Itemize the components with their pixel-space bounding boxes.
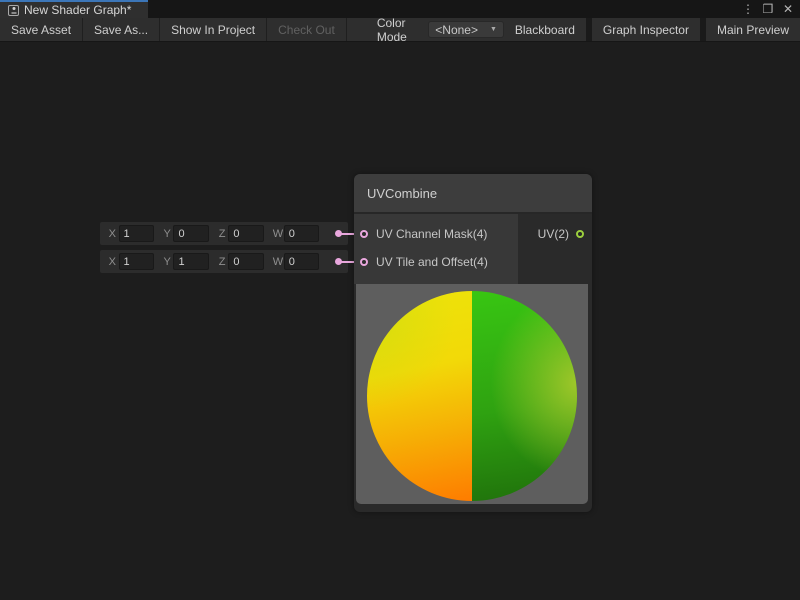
color-mode-value: <None> (435, 23, 478, 37)
x-field[interactable]: 1 (119, 225, 154, 242)
close-icon[interactable]: ✕ (780, 1, 796, 17)
output-port-row: UV(2) (518, 220, 592, 248)
input-port-icon[interactable] (360, 230, 368, 238)
y-field[interactable]: 1 (173, 253, 208, 270)
tab-title: New Shader Graph* (24, 3, 131, 17)
shader-graph-icon (8, 5, 19, 16)
z-field[interactable]: 0 (228, 253, 263, 270)
x-field[interactable]: 1 (119, 253, 154, 270)
check-out-button[interactable]: Check Out (267, 18, 347, 41)
toolbar: Save Asset Save As... Show In Project Ch… (0, 18, 800, 42)
main-preview-button[interactable]: Main Preview (706, 18, 800, 41)
node-inputs: UV Channel Mask(4) UV Tile and Offset(4) (354, 214, 518, 284)
node-preview (356, 284, 588, 504)
y-label: Y (163, 228, 172, 240)
sphere-left-half (367, 291, 472, 501)
toolbar-spacer (347, 18, 373, 41)
x-label: X (108, 256, 117, 268)
graph-inspector-button[interactable]: Graph Inspector (592, 18, 700, 41)
blackboard-button[interactable]: Blackboard (504, 18, 586, 41)
graph-canvas[interactable]: X 1 Y 0 Z 0 W 0 X 1 Y 1 Z 0 W 0 UVCombin… (0, 43, 800, 600)
w-label: W (273, 228, 282, 240)
input-port-icon[interactable] (360, 258, 368, 266)
z-label: Z (218, 256, 227, 268)
show-in-project-button[interactable]: Show In Project (160, 18, 267, 41)
input-port-row: UV Channel Mask(4) (354, 220, 518, 248)
node-header[interactable]: UVCombine (354, 174, 592, 214)
save-asset-button[interactable]: Save Asset (0, 18, 83, 41)
uvcombine-node[interactable]: UVCombine UV Channel Mask(4) UV Tile and… (354, 174, 592, 512)
maximize-icon[interactable]: ❒ (760, 1, 776, 17)
node-body: UV Channel Mask(4) UV Tile and Offset(4)… (354, 214, 592, 284)
z-field[interactable]: 0 (228, 225, 263, 242)
preview-sphere (367, 291, 577, 501)
input-port-label: UV Channel Mask(4) (376, 227, 487, 241)
save-as-button[interactable]: Save As... (83, 18, 160, 41)
w-field[interactable]: 0 (284, 253, 319, 270)
y-field[interactable]: 0 (173, 225, 208, 242)
input-port-label: UV Tile and Offset(4) (376, 255, 488, 269)
color-mode-label: Color Mode (373, 18, 428, 41)
tab-new-shader-graph[interactable]: New Shader Graph* (0, 0, 148, 18)
w-label: W (273, 256, 282, 268)
menu-icon[interactable]: ⋮ (740, 1, 756, 17)
output-port-icon[interactable] (576, 230, 584, 238)
node-outputs: UV(2) (518, 214, 592, 284)
color-mode-dropdown[interactable]: <None> ▼ (428, 21, 504, 38)
node-title: UVCombine (367, 186, 437, 201)
output-port-label: UV(2) (538, 227, 569, 241)
vector4-input-node-1[interactable]: X 1 Y 0 Z 0 W 0 (100, 222, 348, 245)
input-port-row: UV Tile and Offset(4) (354, 248, 518, 276)
x-label: X (108, 228, 117, 240)
w-field[interactable]: 0 (284, 225, 319, 242)
z-label: Z (218, 228, 227, 240)
chevron-down-icon: ▼ (490, 26, 497, 33)
sphere-right-half (472, 291, 577, 501)
y-label: Y (163, 256, 172, 268)
vector4-input-node-2[interactable]: X 1 Y 1 Z 0 W 0 (100, 250, 348, 273)
toolbar-right-group: Blackboard Graph Inspector Main Preview (504, 18, 800, 41)
window-controls: ⋮ ❒ ✕ (740, 0, 800, 18)
